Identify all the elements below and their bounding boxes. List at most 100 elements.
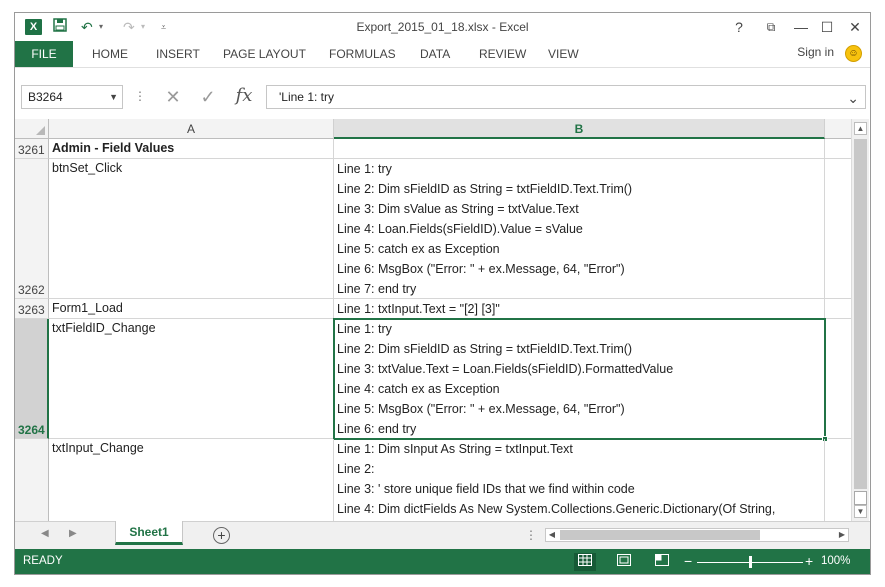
column-header-b[interactable]: B	[334, 119, 825, 139]
cell-a3265[interactable]: txtInput_Change	[49, 439, 334, 521]
sheet-tab-sheet1[interactable]: Sheet1	[115, 521, 183, 545]
tab-formulas[interactable]: FORMULAS	[329, 41, 396, 67]
cell-c3265[interactable]	[825, 439, 851, 521]
scrollbar-track[interactable]	[854, 139, 867, 489]
smiley-feedback-icon[interactable]: ☺	[845, 45, 862, 62]
tab-review[interactable]: REVIEW	[479, 41, 526, 67]
name-box[interactable]: B3264 ▼	[21, 85, 123, 109]
cancel-entry-icon[interactable]: ✕	[161, 85, 185, 109]
row-header-3261[interactable]: 3261	[15, 139, 49, 159]
maximize-icon[interactable]: ☐	[817, 17, 837, 37]
formula-bar-area: B3264 ▼ ⋮ ✕ ✓ fx 'Line 1: try ⌄	[15, 67, 870, 119]
status-text: READY	[23, 555, 63, 567]
page-layout-view-icon[interactable]	[613, 553, 635, 571]
code-line: Line 4: Loan.Fields(sFieldID).Value = sV…	[337, 222, 583, 236]
zoom-out-icon[interactable]: −	[684, 553, 692, 569]
cell-b3265[interactable]: Line 1: Dim sInput As String = txtInput.…	[334, 439, 825, 521]
zoom-level[interactable]: 100%	[821, 555, 850, 567]
column-header-a[interactable]: A	[49, 119, 334, 139]
scroll-left-icon[interactable]: ◀	[546, 529, 558, 541]
normal-view-icon[interactable]	[574, 553, 596, 571]
formula-input[interactable]: 'Line 1: try ⌄	[266, 85, 866, 109]
scrollbar-thumb[interactable]	[854, 491, 867, 505]
help-icon[interactable]: ?	[729, 17, 749, 37]
tab-file[interactable]: FILE	[15, 41, 73, 67]
cell-b3262[interactable]: Line 1: try Line 2: Dim sFieldID as Stri…	[334, 159, 825, 299]
cell-b3264[interactable]: Line 1: try Line 2: Dim sFieldID as Stri…	[334, 319, 825, 439]
horizontal-scrollbar[interactable]: ◀ ▶	[545, 528, 849, 542]
cell-c3263[interactable]	[825, 299, 851, 319]
tab-insert[interactable]: INSERT	[156, 41, 200, 67]
chevron-down-icon[interactable]: ▼	[109, 86, 118, 108]
sheet-tab-bar: ◀ ▶ Sheet1 + ⋮ ◀ ▶	[15, 521, 870, 549]
enter-entry-icon[interactable]: ✓	[196, 85, 220, 109]
zoom-slider-thumb[interactable]	[749, 556, 752, 568]
code-line: Line 1: Dim sInput As String = txtInput.…	[337, 442, 573, 456]
row-number: 3261	[18, 143, 45, 157]
code-line: Line 6: MsgBox ("Error: " + ex.Message, …	[337, 262, 625, 276]
excel-window: X ↶ ▾ ↷ ▾ ⩡ Export_2015_01_18.xlsx - Exc…	[14, 12, 871, 575]
cell-b3263[interactable]: Line 1: txtInput.Text = "[2] [3]"	[334, 299, 825, 319]
scroll-up-icon[interactable]: ▲	[854, 122, 867, 135]
sign-in-link[interactable]: Sign in	[797, 45, 834, 59]
code-line: Line 4: catch ex as Exception	[337, 382, 500, 396]
cell-a3261[interactable]: Admin - Field Values	[49, 139, 334, 159]
row-number: 3264	[18, 423, 45, 437]
status-bar: READY − + 100%	[15, 549, 870, 574]
next-sheet-icon[interactable]: ▶	[69, 528, 77, 539]
code-line: Line 1: try	[337, 322, 392, 336]
cell-c3264[interactable]	[825, 319, 851, 439]
code-line: Line 3: Dim sValue as String = txtValue.…	[337, 202, 579, 216]
add-sheet-icon[interactable]: +	[213, 527, 230, 544]
code-line: Line 2: Dim sFieldID as String = txtFiel…	[337, 342, 633, 356]
code-line: Line 6: end try	[337, 422, 417, 436]
previous-sheet-icon[interactable]: ◀	[41, 528, 49, 539]
horizontal-scrollbar-thumb[interactable]	[560, 530, 760, 540]
zoom-in-icon[interactable]: +	[805, 553, 813, 569]
cell-c3262[interactable]	[825, 159, 851, 299]
column-header-c[interactable]	[825, 119, 851, 139]
formula-bar-grip-icon[interactable]: ⋮	[134, 87, 146, 105]
code-line: Line 3: txtValue.Text = Loan.Fields(sFie…	[337, 362, 674, 376]
code-line: Line 5: catch ex as Exception	[337, 242, 500, 256]
code-line: Line 2:	[337, 462, 375, 476]
select-all-icon	[36, 126, 45, 135]
title-bar: X ↶ ▾ ↷ ▾ ⩡ Export_2015_01_18.xlsx - Exc…	[15, 13, 870, 41]
code-line: Line 5: MsgBox ("Error: " + ex.Message, …	[337, 402, 625, 416]
ribbon-tabs: FILE HOME INSERT PAGE LAYOUT FORMULAS DA…	[15, 41, 870, 67]
code-line: Line 7: end try	[337, 282, 417, 296]
page-break-preview-icon[interactable]	[651, 553, 673, 571]
ribbon-display-icon[interactable]: ⧉	[761, 17, 781, 37]
row-header-3264[interactable]: 3264	[15, 319, 49, 439]
select-all-corner[interactable]	[15, 119, 49, 139]
tab-view[interactable]: VIEW	[548, 41, 579, 67]
expand-formula-bar-icon[interactable]: ⌄	[847, 87, 859, 109]
close-icon[interactable]: ✕	[845, 17, 865, 37]
code-line: Line 3: ' store unique field IDs that we…	[337, 482, 635, 496]
cell-b3261[interactable]	[334, 139, 825, 159]
row-header-3263[interactable]: 3263	[15, 299, 49, 319]
minimize-icon[interactable]: —	[791, 17, 811, 37]
row-number: 3263	[18, 303, 45, 317]
tab-page-layout[interactable]: PAGE LAYOUT	[223, 41, 306, 67]
tab-home[interactable]: HOME	[92, 41, 128, 67]
cell-a3262[interactable]: btnSet_Click	[49, 159, 334, 299]
tab-data[interactable]: DATA	[420, 41, 450, 67]
scroll-right-icon[interactable]: ▶	[836, 529, 848, 541]
row-header-3265[interactable]	[15, 439, 49, 521]
cell-a3264[interactable]: txtFieldID_Change	[49, 319, 334, 439]
formula-content: 'Line 1: try	[279, 90, 334, 104]
row-header-3262[interactable]: 3262	[15, 159, 49, 299]
code-line: Line 4: Dim dictFields As New System.Col…	[337, 502, 776, 516]
row-number: 3262	[18, 283, 45, 297]
cell-a3263[interactable]: Form1_Load	[49, 299, 334, 319]
code-line: Line 1: txtInput.Text = "[2] [3]"	[337, 302, 500, 316]
tab-split-grip-icon[interactable]: ⋮	[525, 528, 537, 542]
scroll-down-icon[interactable]: ▼	[854, 505, 867, 518]
code-line: Line 2: Dim sFieldID as String = txtFiel…	[337, 182, 633, 196]
vertical-scrollbar[interactable]: ▲ ▼	[851, 119, 869, 521]
cell-c3261[interactable]	[825, 139, 851, 159]
insert-function-icon[interactable]: fx	[230, 84, 258, 108]
worksheet-grid[interactable]: A B 3261 Admin - Field Values 3262 btnSe…	[15, 119, 851, 521]
name-box-value: B3264	[28, 90, 63, 104]
